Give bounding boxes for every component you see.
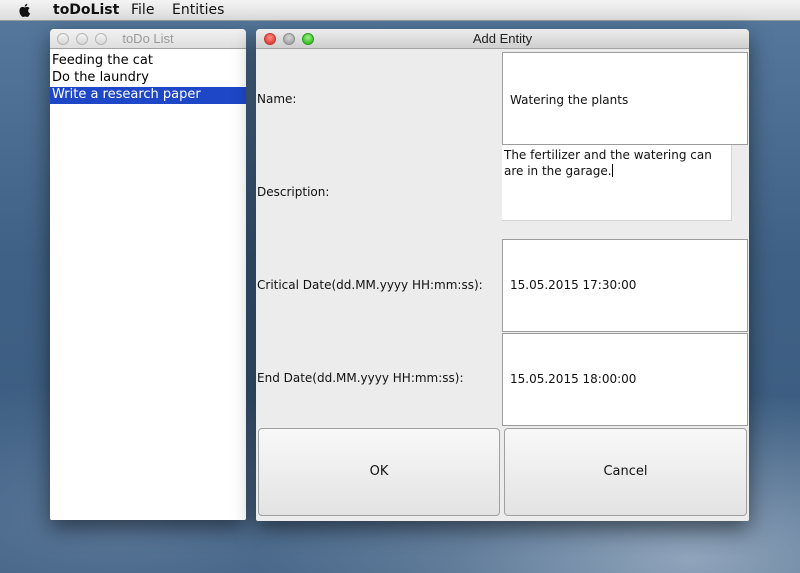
end-date-label: End Date(dd.MM.yyyy HH:mm:ss): (257, 371, 464, 385)
zoom-button[interactable] (95, 33, 107, 45)
dialog-title: Add Entity (472, 31, 533, 46)
todo-list-window: toDo List Feeding the cat Do the laundry… (50, 29, 246, 520)
apple-logo-icon[interactable] (17, 2, 33, 18)
description-line-2: are in the garage. (504, 164, 612, 178)
end-date-field[interactable]: 15.05.2015 18:00:00 (502, 333, 748, 426)
critical-date-label: Critical Date(dd.MM.yyyy HH:mm:ss): (257, 278, 483, 292)
menu-app-name[interactable]: toDoList (53, 2, 119, 18)
end-date-value: 15.05.2015 18:00:00 (510, 372, 637, 386)
description-line-1: The fertilizer and the watering can (504, 148, 712, 162)
description-label: Description: (257, 185, 330, 199)
name-value: Watering the plants (510, 93, 629, 107)
name-field[interactable]: Watering the plants (502, 52, 748, 145)
close-button[interactable] (57, 33, 69, 45)
zoom-button[interactable] (302, 33, 314, 45)
menu-bar: toDoList File Entities (0, 0, 800, 21)
list-item[interactable]: Do the laundry (50, 70, 246, 87)
cancel-button[interactable]: Cancel (504, 428, 747, 516)
close-button[interactable] (264, 33, 276, 45)
menu-file[interactable]: File (131, 2, 154, 18)
todo-list[interactable]: Feeding the cat Do the laundry Write a r… (50, 49, 246, 520)
dialog-titlebar[interactable]: Add Entity (256, 29, 749, 49)
description-textarea[interactable]: The fertilizer and the watering can are … (502, 145, 732, 221)
name-label: Name: (257, 92, 297, 106)
text-caret (611, 164, 613, 177)
critical-date-field[interactable]: 15.05.2015 17:30:00 (502, 239, 748, 332)
add-entity-dialog: Add Entity Name: Watering the plants Des… (256, 29, 749, 521)
window-title: toDo List (122, 31, 174, 46)
list-item[interactable]: Feeding the cat (50, 53, 246, 70)
critical-date-value: 15.05.2015 17:30:00 (510, 278, 637, 292)
description-field[interactable]: The fertilizer and the watering can are … (502, 145, 748, 238)
menu-entities[interactable]: Entities (172, 2, 224, 18)
ok-button[interactable]: OK (258, 428, 500, 516)
list-item-selected[interactable]: Write a research paper (50, 87, 246, 104)
minimize-button[interactable] (76, 33, 88, 45)
todo-list-titlebar[interactable]: toDo List (50, 29, 246, 49)
minimize-button[interactable] (283, 33, 295, 45)
